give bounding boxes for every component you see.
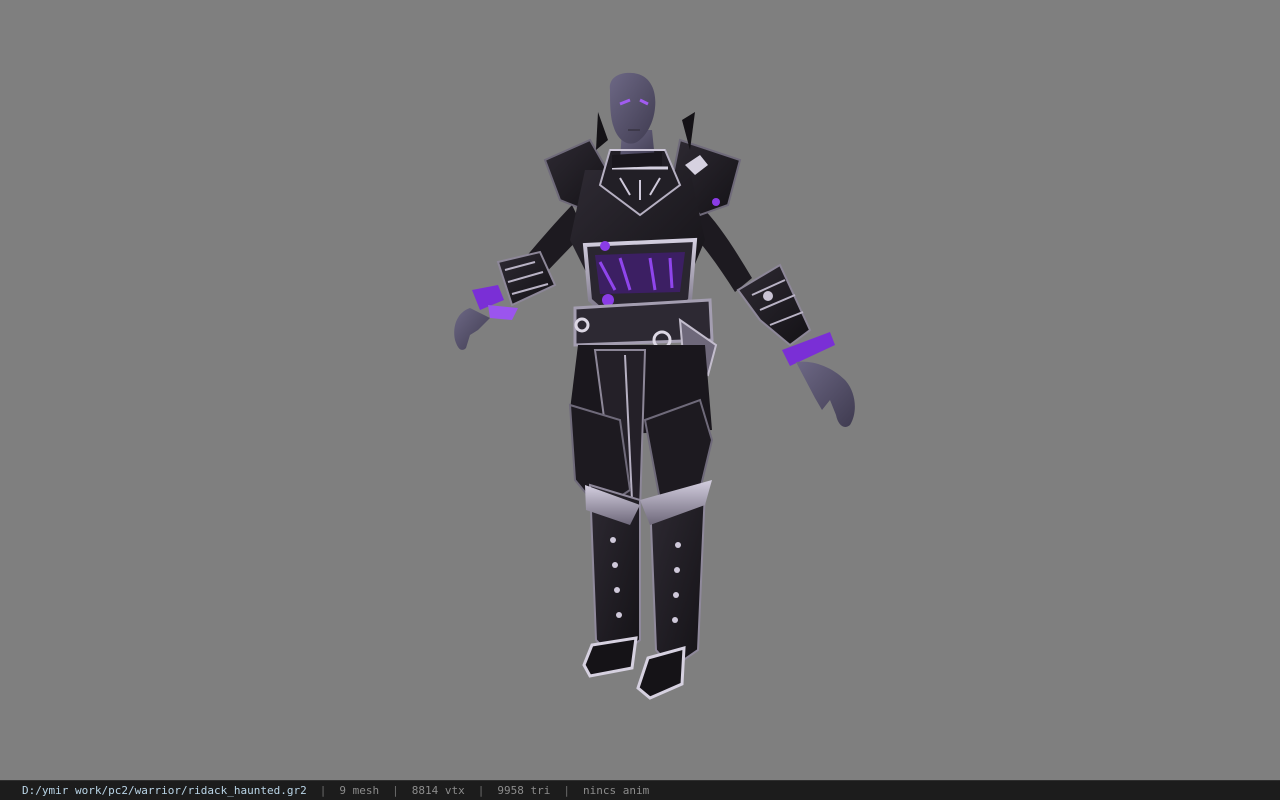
status-separator: | xyxy=(563,784,570,797)
right-arm xyxy=(688,205,855,427)
left-arm xyxy=(454,205,585,350)
status-bar: D:/ymir work/pc2/warrior/ridack_haunted.… xyxy=(0,780,1280,800)
animation-status: nincs anim xyxy=(583,784,650,797)
status-separator: | xyxy=(392,784,399,797)
character-model[interactable] xyxy=(0,0,1280,780)
triangle-count: 9958 tri xyxy=(497,784,551,797)
status-separator: | xyxy=(477,784,485,797)
model-file-path: D:/ymir work/pc2/warrior/ridack_haunted.… xyxy=(22,784,307,797)
status-separator: | xyxy=(319,784,327,797)
mesh-count: 9 mesh xyxy=(339,784,380,797)
vertex-count: 8814 vtx xyxy=(411,784,465,797)
3d-viewport[interactable] xyxy=(0,0,1280,780)
